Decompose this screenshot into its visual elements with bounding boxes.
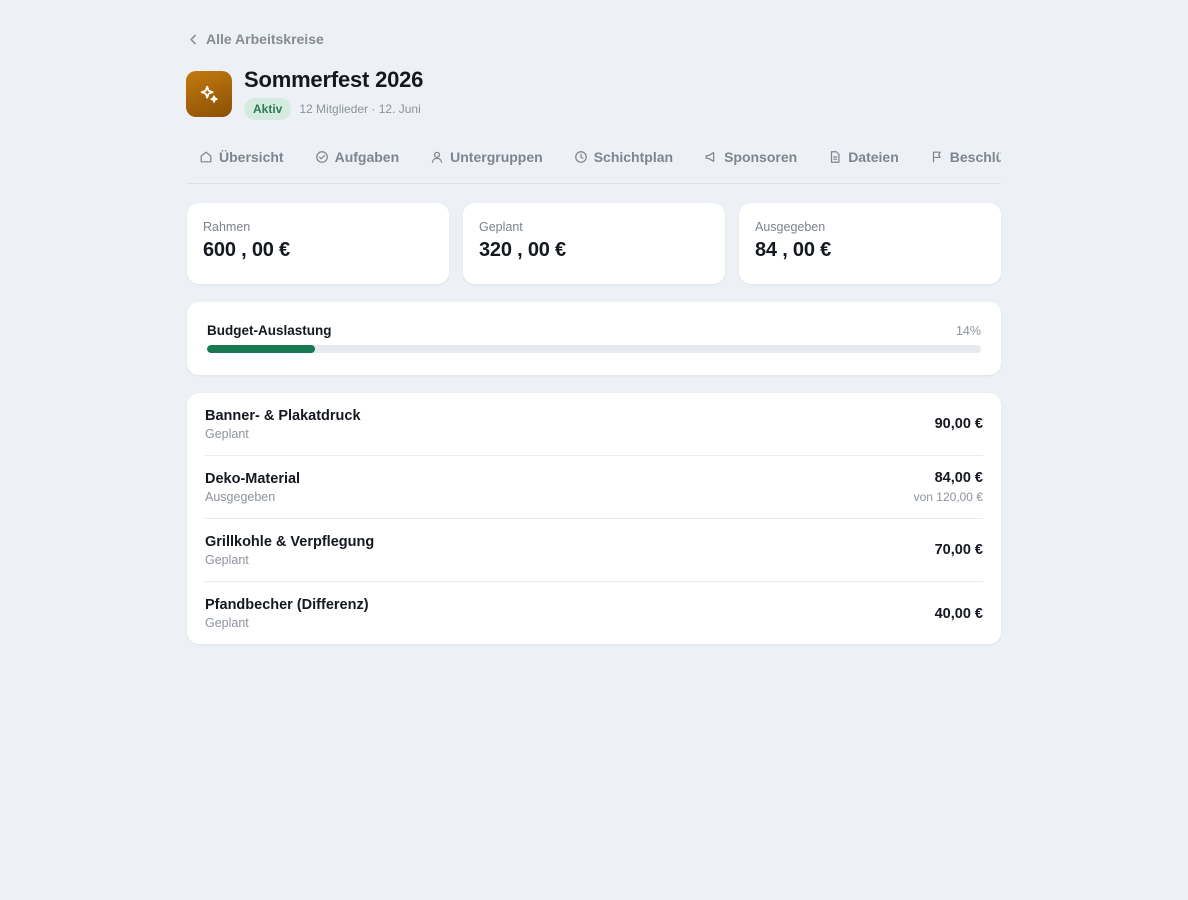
budget-items-list: Banner- & Plakatdruck Geplant 90,00 € De…	[187, 393, 1001, 644]
stat-value: 84 , 00 €	[755, 239, 832, 261]
item-name: Deko-Material	[205, 470, 301, 487]
stat-card-spent: Ausgegeben 84 , 00 €	[739, 203, 1001, 284]
chevron-left-icon	[190, 34, 196, 44]
stat-label: Ausgegeben	[755, 220, 826, 234]
list-item[interactable]: Pfandbecher (Differenz) Geplant 40,00 €	[205, 582, 983, 645]
tab-label: Untergruppen	[450, 149, 543, 165]
stat-card-frame: Rahmen 600 , 00 €	[187, 203, 449, 284]
list-item[interactable]: Deko-Material Ausgegeben 84,00 € von 120…	[205, 456, 983, 519]
stat-label: Geplant	[479, 220, 523, 234]
home-icon	[200, 151, 212, 163]
budget-progress-fill	[207, 345, 316, 353]
sparkles-icon	[200, 85, 218, 103]
tab-label: Aufgaben	[334, 149, 400, 165]
budget-usage-card: Budget-Auslastung 14%	[187, 302, 1001, 375]
tab-overview[interactable]: Übersicht	[199, 139, 284, 175]
tab-label: Schichtplan	[593, 149, 674, 165]
group-meta: 12 Mitglieder · 12. Juni	[299, 102, 421, 116]
item-amount: 70,00 €	[934, 542, 983, 558]
tab-label: Dateien	[848, 149, 899, 165]
page-header: Sommerfest 2026 Aktiv 12 Mitglieder · 12…	[186, 67, 424, 120]
item-status: Geplant	[205, 426, 249, 441]
tab-tasks[interactable]: Aufgaben	[315, 139, 400, 175]
clock-icon	[574, 151, 587, 163]
megaphone-icon	[705, 152, 715, 162]
tab-label: Beschlüsse	[949, 149, 1001, 165]
stat-cards: Rahmen 600 , 00 € Geplant 320 , 00 € Aus…	[187, 203, 1001, 284]
tab-files[interactable]: Dateien	[828, 139, 899, 175]
check-circle-icon	[315, 151, 328, 163]
stat-value: 320 , 00 €	[479, 239, 566, 261]
flag-icon	[932, 151, 941, 163]
stat-label: Rahmen	[203, 220, 251, 234]
item-budget-limit: von 120,00 €	[913, 490, 983, 504]
list-item[interactable]: Grillkohle & Verpflegung Geplant 70,00 €	[205, 519, 983, 582]
budget-progress-track	[207, 345, 981, 353]
workgroup-avatar	[186, 71, 232, 117]
back-link[interactable]: Alle Arbeitskreise	[187, 31, 324, 47]
stat-value: 600 , 00 €	[203, 239, 290, 261]
list-item[interactable]: Banner- & Plakatdruck Geplant 90,00 €	[205, 393, 983, 456]
item-status: Ausgegeben	[205, 489, 276, 504]
item-name: Pfandbecher (Differenz)	[205, 597, 369, 613]
item-amount: 84,00 €	[934, 470, 983, 486]
item-status: Geplant	[205, 552, 249, 567]
user-icon	[431, 151, 443, 163]
tab-bar: Übersicht Aufgaben Untergruppen Schichtp…	[187, 139, 1001, 184]
file-icon	[831, 151, 840, 163]
tab-label: Übersicht	[219, 149, 284, 165]
tab-resolutions[interactable]: Beschlüsse	[930, 139, 1001, 175]
item-amount: 90,00 €	[934, 416, 983, 432]
tab-sponsors[interactable]: Sponsoren	[704, 139, 797, 175]
back-link-label: Alle Arbeitskreise	[206, 31, 324, 47]
item-status: Geplant	[205, 616, 249, 630]
status-badge: Aktiv	[244, 98, 292, 120]
budget-usage-label: Budget-Auslastung	[207, 323, 332, 338]
stat-card-planned: Geplant 320 , 00 €	[463, 203, 725, 284]
budget-usage-percent: 14%	[955, 323, 981, 338]
item-amount: 40,00 €	[934, 605, 983, 622]
tab-subgroups[interactable]: Untergruppen	[430, 139, 543, 175]
item-name: Grillkohle & Verpflegung	[205, 533, 375, 550]
tab-shift-plan[interactable]: Schichtplan	[574, 139, 673, 175]
item-name: Banner- & Plakatdruck	[205, 407, 361, 424]
page-title: Sommerfest 2026	[244, 67, 424, 92]
tab-label: Sponsoren	[724, 149, 798, 165]
